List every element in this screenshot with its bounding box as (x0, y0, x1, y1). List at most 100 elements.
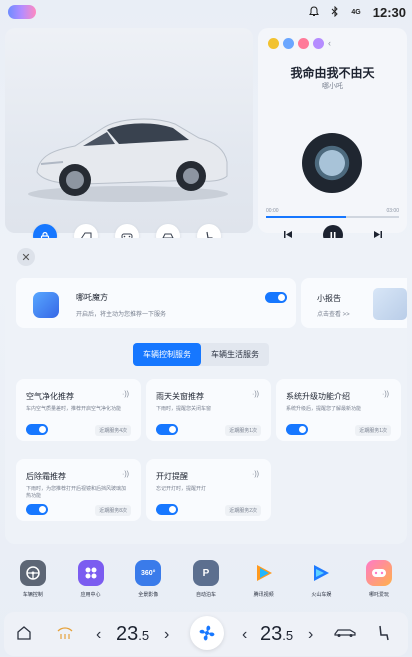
report-card[interactable]: 小报告 点击查看 >> (301, 278, 407, 328)
app-label: 火山车娱 (311, 592, 332, 598)
defrost-icon[interactable] (56, 625, 74, 641)
app-nezha-play[interactable]: 哪吒爱玩 (352, 560, 406, 598)
service-card-system-upgrade[interactable]: 系统升级功能介绍 ·)) 系统升级后，提醒您了解最新功能 近期服务1次 (276, 379, 401, 441)
voice-icon[interactable]: ·)) (382, 391, 389, 398)
status-bar: 4G 12:30 (0, 0, 412, 26)
report-title: 小报告 (317, 294, 341, 303)
auto-parking-icon: P (192, 560, 219, 586)
voice-icon[interactable]: ·)) (122, 391, 129, 398)
app-volcano[interactable]: 火山车娱 (294, 560, 348, 598)
music-app-icon[interactable] (313, 38, 324, 49)
clock: 12:30 (372, 5, 406, 20)
app-shortcuts: 车辆控制 应用中心 360° 全景影像 P 自动泊车 腾讯视频 火山车娱 哪吒爱… (0, 560, 412, 598)
temp-right-decrease-icon[interactable]: ‹ (242, 626, 247, 644)
music-player-card[interactable]: ‹ 我命由我不由天 哪小吒 00:00 03:00 (258, 28, 407, 259)
car-image (28, 118, 228, 202)
chevron-left-icon[interactable]: ‹ (328, 38, 331, 49)
app-label: 自动泊车 (195, 592, 216, 598)
voice-icon[interactable]: ·)) (122, 471, 129, 478)
service-desc: 车内空气质量差时，推荐开启空气净化功能 (26, 406, 122, 412)
service-toggle[interactable] (286, 424, 308, 435)
app-tencent-video[interactable]: 腾讯视频 (237, 560, 291, 598)
right-temperature: 23.5 (260, 623, 293, 646)
service-title: 空气净化推荐 (26, 392, 74, 401)
gamepad-icon (366, 560, 393, 586)
right-temperature-decimal: .5 (282, 628, 294, 643)
steering-wheel-icon (19, 560, 46, 586)
app-label: 哪吒爱玩 (369, 592, 390, 598)
service-card-rain-window[interactable]: 雨天关窗推荐 ·)) 下雨时，提醒您关闭车窗 近期服务1次 (146, 379, 271, 441)
service-desc: 下雨时，为您推荐打开后视镜和后挡风玻璃加热功能 (26, 486, 127, 499)
car-icon[interactable] (334, 626, 356, 638)
vehicle-card[interactable] (5, 28, 253, 248)
service-desc: 系统升级后，提醒您了解最新功能 (286, 406, 362, 412)
music-app-icon[interactable] (298, 38, 309, 49)
elapsed-time: 00:00 (266, 208, 279, 214)
close-button[interactable]: ✕ (17, 248, 35, 266)
service-count: 近期服务8次 (95, 505, 131, 516)
app-label: 车辆控制 (22, 592, 43, 598)
music-app-icon[interactable] (268, 38, 279, 49)
tab-vehicle-control[interactable]: 车辆控制服务 (133, 343, 201, 366)
seat-icon[interactable] (376, 624, 390, 642)
magic-cube-card[interactable]: 哪吒魔方 开启后，将主动为您推荐一下服务 (16, 278, 296, 328)
magic-cube-icon (33, 292, 59, 318)
service-toggle[interactable] (26, 424, 48, 435)
service-tabs: 车辆控制服务 车辆生活服务 (133, 343, 269, 366)
report-icon (373, 288, 407, 320)
app-auto-parking[interactable]: P 自动泊车 (179, 560, 233, 598)
album-cover (302, 133, 362, 193)
tencent-video-icon (251, 560, 277, 586)
service-desc: 忘记开灯时，提醒开灯 (156, 486, 207, 492)
service-toggle[interactable] (26, 504, 48, 515)
music-source-switcher[interactable]: ‹ (268, 38, 331, 49)
left-temperature-decimal: .5 (138, 628, 150, 643)
close-icon: ✕ (21, 251, 31, 264)
left-temperature: 23.5 (116, 623, 149, 646)
magic-cube-title: 哪吒魔方 (76, 293, 108, 302)
service-desc: 下雨时，提醒您关闭车窗 (156, 406, 212, 412)
signal-4g-icon: 4G (351, 9, 361, 16)
progress-bar-fill (266, 216, 346, 218)
song-title: 我命由我不由天 (290, 66, 375, 80)
service-toggle[interactable] (156, 504, 178, 515)
music-app-icon[interactable] (283, 38, 294, 49)
magic-cube-subtitle: 开启后，将主动为您推荐一下服务 (76, 312, 167, 318)
temp-left-increase-icon[interactable]: › (164, 626, 169, 644)
left-temperature-value: 23 (116, 623, 139, 645)
fan-button[interactable] (190, 616, 224, 650)
app-vehicle-control[interactable]: 车辆控制 (6, 560, 60, 598)
temp-right-increase-icon[interactable]: › (308, 626, 313, 644)
service-title: 雨天关窗推荐 (156, 392, 204, 401)
service-toggle[interactable] (156, 424, 178, 435)
home-icon[interactable] (16, 625, 32, 641)
bottom-dock: ‹ 23.5 › ‹ 23.5 › (4, 612, 408, 656)
right-temperature-value: 23 (260, 623, 283, 645)
progress-bar[interactable] (266, 216, 399, 218)
service-card-rear-defrost[interactable]: 后除霜推荐 ·)) 下雨时，为您推荐打开后视镜和后挡风玻璃加热功能 近期服务8次 (16, 459, 141, 521)
voice-icon[interactable]: ·)) (252, 391, 259, 398)
service-count: 近期服务4次 (95, 425, 131, 436)
service-count: 近期服务1次 (355, 425, 391, 436)
tab-vehicle-life[interactable]: 车辆生活服务 (201, 343, 269, 366)
volcano-video-icon (308, 560, 334, 586)
app-center[interactable]: 应用中心 (64, 560, 118, 598)
temp-left-decrease-icon[interactable]: ‹ (96, 626, 101, 644)
service-card-lights-reminder[interactable]: 开灯提醒 ·)) 忘记开灯时，提醒开灯 近期服务2次 (146, 459, 271, 521)
service-title: 开灯提醒 (156, 472, 188, 481)
app-panorama[interactable]: 360° 全景影像 (121, 560, 175, 598)
notification-icon[interactable] (309, 5, 320, 20)
brand-logo-icon (8, 5, 36, 19)
service-count: 近期服务1次 (225, 425, 261, 436)
report-link[interactable]: 点击查看 >> (317, 309, 350, 318)
voice-icon[interactable]: ·)) (252, 471, 259, 478)
song-artist: 哪小吒 (322, 83, 343, 90)
app-label: 全景影像 (138, 592, 159, 598)
magic-cube-toggle[interactable] (265, 292, 287, 303)
service-title: 后除霜推荐 (26, 472, 66, 481)
360-camera-icon: 360° (135, 560, 162, 586)
service-card-air-purify[interactable]: 空气净化推荐 ·)) 车内空气质量差时，推荐开启空气净化功能 近期服务4次 (16, 379, 141, 441)
smart-service-panel: ✕ 哪吒魔方 开启后，将主动为您推荐一下服务 小报告 点击查看 >> 车辆控制服… (5, 238, 407, 544)
bluetooth-icon (331, 5, 339, 20)
app-label: 腾讯视频 (253, 592, 274, 598)
